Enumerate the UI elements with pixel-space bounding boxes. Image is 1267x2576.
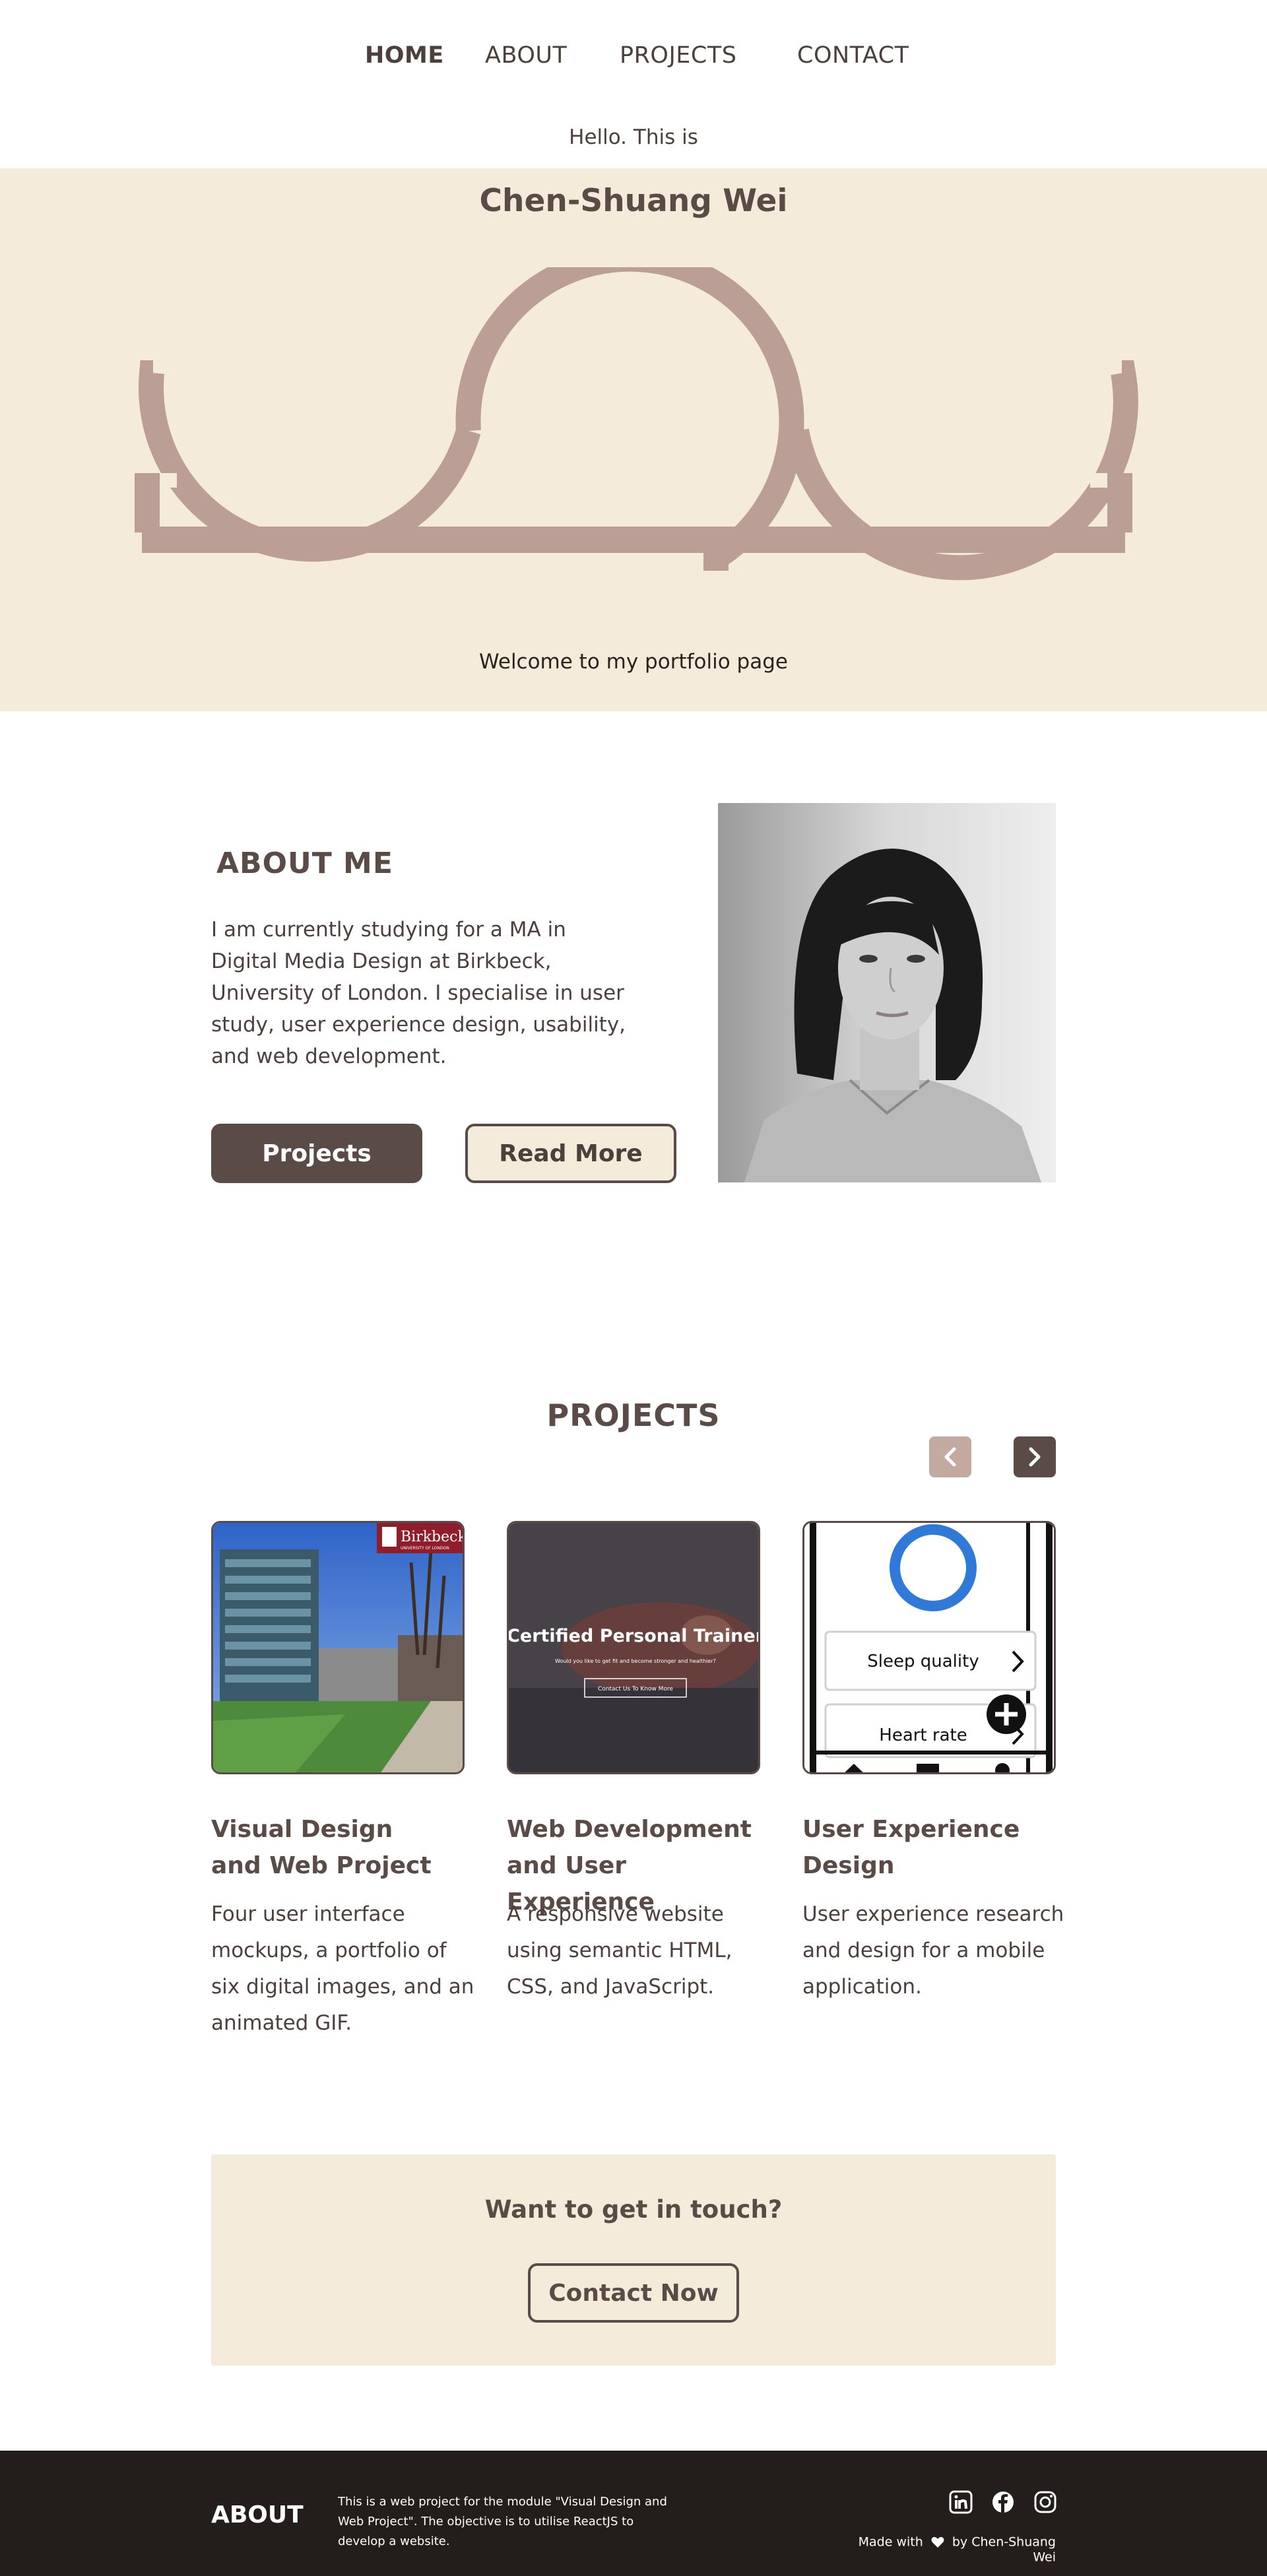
- hero-greeting: Hello. This is: [569, 125, 698, 149]
- carousel-prev-button[interactable]: [929, 1436, 971, 1477]
- instagram-link[interactable]: [1032, 2489, 1058, 2515]
- project-card-desc-web-development: A responsive website using semantic HTML…: [507, 1902, 732, 1999]
- made-with-credit: Made with by Chen-Shuang Wei: [845, 2534, 1056, 2565]
- hero-section: Chen-Shuang Wei Welcome to my portfolio …: [0, 168, 1267, 711]
- project-card-image-visual-design[interactable]: Birkbeck UNIVERSITY OF LONDON: [211, 1521, 465, 1774]
- profile-photo: [718, 803, 1056, 1182]
- contact-question: Want to get in touch?: [484, 2195, 783, 2224]
- top-navigation: HOME ABOUT PROJECTS CONTACT: [0, 0, 1267, 112]
- chevron-left-icon: [944, 1447, 956, 1467]
- hero-name: Chen-Shuang Wei: [479, 183, 788, 219]
- made-with-suffix: by Chen-Shuang Wei: [952, 2534, 1056, 2565]
- about-title: ABOUT ME: [216, 847, 393, 880]
- read-more-button[interactable]: Read More: [465, 1124, 676, 1183]
- linkedin-icon: [949, 2490, 973, 2514]
- contact-section: Want to get in touch? Contact Now: [211, 2154, 1056, 2366]
- linkedin-link[interactable]: [948, 2489, 974, 2515]
- csw-monogram-logo: [133, 267, 1138, 581]
- card-title-line: and Web Project: [211, 1852, 432, 1879]
- chevron-right-icon: [1029, 1447, 1041, 1467]
- nav-about-link[interactable]: ABOUT: [485, 42, 567, 69]
- project-card-image-ux-design[interactable]: Sleep quality Heart rate: [802, 1521, 1056, 1774]
- contact-now-button[interactable]: Contact Now: [528, 2263, 739, 2323]
- nav-projects-link[interactable]: PROJECTS: [620, 42, 736, 69]
- project-card-title-visual-design: Visual Design and Web Project: [211, 1811, 475, 1884]
- trainer-heading: Certified Personal Trainer: [509, 1626, 760, 1646]
- trainer-sub: Would you like to get fit and become str…: [555, 1658, 716, 1664]
- instagram-icon: [1034, 2491, 1056, 2513]
- card-title-line: Web Development: [507, 1816, 752, 1843]
- projects-title: PROJECTS: [546, 1398, 721, 1433]
- birkbeck-logo-text: Birkbeck: [401, 1529, 465, 1545]
- footer-description: This is a web project for the module "Vi…: [338, 2495, 667, 2548]
- birkbeck-logo-sub: UNIVERSITY OF LONDON: [401, 1546, 449, 1551]
- project-card-desc-visual-design: Four user interface mockups, a portfolio…: [211, 1902, 474, 2035]
- card-title-line: User Experience: [802, 1816, 1020, 1843]
- footer: ABOUT This is a web project for the modu…: [0, 2451, 1267, 2576]
- made-with-prefix: Made with: [858, 2534, 923, 2550]
- carousel-next-button[interactable]: [1014, 1436, 1056, 1477]
- footer-title: ABOUT: [211, 2501, 304, 2528]
- project-card-image-web-development[interactable]: Certified Personal Trainer Would you lik…: [507, 1521, 760, 1774]
- facebook-icon: [992, 2492, 1014, 2513]
- project-card-desc-ux-design: User experience research and design for …: [802, 1902, 1064, 1999]
- nav-home-link[interactable]: HOME: [365, 42, 444, 69]
- card-title-line: Visual Design: [211, 1816, 393, 1843]
- about-description: I am currently studying for a MA in Digi…: [211, 918, 626, 1068]
- nav-contact-link[interactable]: CONTACT: [797, 42, 909, 69]
- card-title-line: Design: [802, 1852, 895, 1879]
- project-card-title-ux-design: User Experience Design: [802, 1811, 1066, 1884]
- heart-icon: [931, 2536, 944, 2548]
- facebook-link[interactable]: [990, 2489, 1016, 2515]
- trainer-button: Contact Us To Know More: [598, 1686, 673, 1692]
- hero-welcome-text: Welcome to my portfolio page: [479, 650, 788, 674]
- ux-item-heart: Heart rate: [879, 1725, 967, 1745]
- ux-item-sleep: Sleep quality: [867, 1652, 979, 1671]
- projects-button[interactable]: Projects: [211, 1124, 422, 1183]
